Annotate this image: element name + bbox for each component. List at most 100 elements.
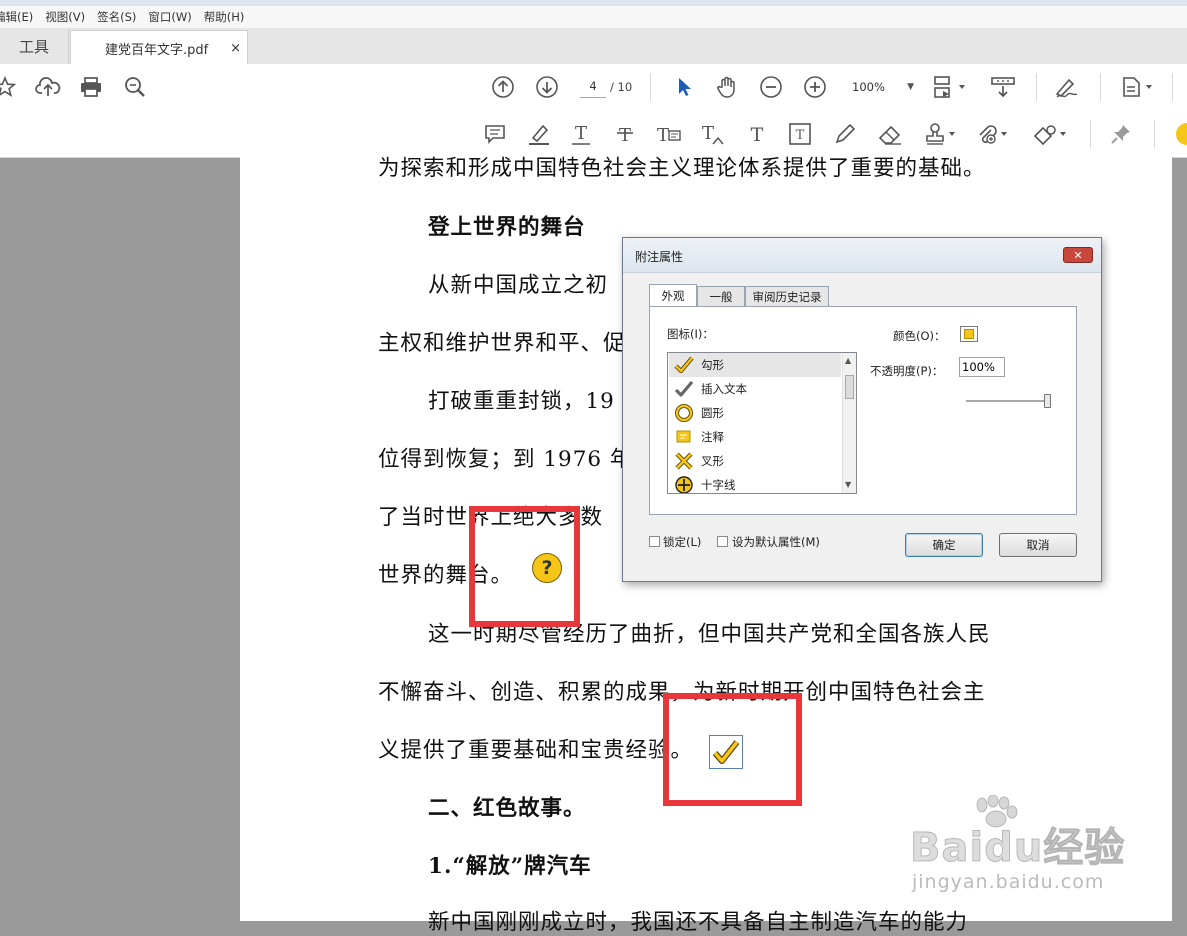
default-props-checkbox[interactable] [717,536,728,547]
tab-general[interactable]: 一般 [697,286,745,306]
highlight-box [663,693,802,806]
tab-review-history[interactable]: 审阅历史记录 [745,286,829,306]
icon-item-circle[interactable]: 圆形 [669,401,841,425]
page-number-input[interactable] [580,75,606,98]
add-text-icon[interactable]: T [744,121,770,147]
scroll-thumb[interactable] [845,375,854,399]
doc-heading: 二、红色故事。 [428,796,586,821]
page-up-icon[interactable] [490,74,516,100]
pin-icon[interactable] [1108,121,1134,147]
icon-item-crosshair[interactable]: 十字线 [669,473,841,493]
doc-heading: 1.“解放”牌汽车 [428,854,592,879]
sticky-note-icon[interactable] [482,121,508,147]
lock-checkbox[interactable] [649,536,660,547]
svg-text:T: T [796,128,805,143]
lock-label: 锁定(L) [663,535,702,549]
sign-icon[interactable] [1052,74,1082,100]
menu-view[interactable]: 视图(V) [45,9,85,25]
chevron-down-icon: ▼ [907,82,914,92]
text-box-icon[interactable]: T [787,121,813,147]
color-label: 颜色(O)： [893,329,946,343]
zoom-select[interactable]: 100% ▼ [846,76,914,98]
doc-line: 义提供了重要基础和宝贵经验。 [378,738,694,763]
doc-line: 位得到恢复；到 1976 年 [378,447,633,472]
menu-help[interactable]: 帮助(H) [204,9,245,25]
hand-icon[interactable] [714,74,740,100]
svg-text:T: T [619,125,631,146]
icon-list-scrollbar[interactable]: ▲ ▼ [842,353,856,493]
watermark: Baidu经验 jingyan.baidu.com [909,795,1140,905]
menu-sign[interactable]: 签名(S) [97,9,136,25]
stamp-icon[interactable] [922,121,958,147]
page-options-icon[interactable] [1118,74,1158,100]
comment-icon [673,427,695,447]
crosshair-icon [673,475,695,493]
toolbar-separator [650,73,651,101]
gray-check-icon [673,379,695,399]
zoom-value: 100% [852,80,885,94]
note-properties-dialog: 附注属性 ✕ 外观 一般 审阅历史记录 图标(I)： 勾形 插入文本 圆形 注释… [622,237,1102,582]
icon-item-cross[interactable]: 叉形 [669,449,841,473]
print-icon[interactable] [78,74,104,100]
opacity-slider-thumb[interactable] [1044,394,1051,408]
search-zoom-icon[interactable] [122,74,148,100]
watermark-url: jingyan.baidu.com [912,871,1105,893]
star-icon[interactable] [0,74,18,100]
highlight-icon[interactable] [526,121,552,147]
zoom-in-icon[interactable] [802,74,828,100]
icon-item-label: 插入文本 [701,382,747,396]
icon-item-label: 勾形 [701,358,724,372]
dialog-title: 附注属性 [635,250,684,264]
insert-text-icon[interactable]: T [698,121,728,147]
page-down-icon[interactable] [534,74,560,100]
icon-item-check[interactable]: 勾形 [669,353,841,377]
cloud-upload-icon[interactable] [34,74,62,100]
highlight-box [469,506,580,627]
strikethrough-text-icon[interactable]: T [612,121,638,147]
doc-line: 主权和维护世界和平、促 [378,331,626,356]
svg-text:T: T [657,125,669,146]
tab-document[interactable]: 建党百年文字.pdf × [70,30,248,65]
pencil-icon[interactable] [832,121,858,147]
icon-label: 图标(I)： [667,327,714,341]
ok-button[interactable]: 确定 [905,533,983,557]
opacity-input[interactable] [959,357,1005,377]
icon-list[interactable]: 勾形 插入文本 圆形 注释 叉形 十字线 ▲ ▼ [667,352,857,494]
icon-item-label: 十字线 [701,478,736,492]
select-cursor-icon[interactable] [672,74,696,100]
underline-text-icon[interactable]: T [568,121,594,147]
dialog-titlebar[interactable]: 附注属性 ✕ [623,238,1101,273]
doc-line: 打破重重封锁，19 [428,389,615,414]
shapes-icon[interactable] [1030,121,1070,147]
page-total-label: / 10 [610,80,633,94]
toolbar-separator [1172,73,1173,101]
cancel-button[interactable]: 取消 [999,533,1077,557]
replace-text-icon[interactable]: T [654,121,684,147]
scroll-mode-icon[interactable] [988,74,1018,100]
toolbar-separator [1036,73,1037,101]
tab-bar: 工具 建党百年文字.pdf × [0,28,1187,65]
scroll-up-icon[interactable]: ▲ [845,356,851,365]
tab-tools[interactable]: 工具 [0,28,69,64]
opacity-slider-track[interactable] [966,400,1050,402]
close-icon: ✕ [1073,248,1083,262]
menu-edit[interactable]: 编辑(E) [0,9,33,25]
icon-item-comment[interactable]: 注释 [669,425,841,449]
eraser-icon[interactable] [876,121,904,147]
attach-file-icon[interactable] [974,121,1010,147]
toolbar-separator [1154,120,1155,148]
color-picker-button[interactable] [960,326,978,342]
tab-close-button[interactable]: × [230,41,241,56]
svg-text:T: T [575,123,587,144]
scroll-down-icon[interactable]: ▼ [845,480,851,489]
circle-icon [673,403,695,423]
tab-appearance[interactable]: 外观 [649,284,697,307]
toolbar-separator [1100,73,1101,101]
menu-window[interactable]: 窗口(W) [148,9,191,25]
fit-page-icon[interactable] [930,74,970,100]
dialog-close-button[interactable]: ✕ [1063,247,1093,263]
icon-item-insert-text[interactable]: 插入文本 [669,377,841,401]
svg-text:T: T [702,123,714,144]
svg-text:T: T [751,124,764,146]
zoom-out-icon[interactable] [758,74,784,100]
